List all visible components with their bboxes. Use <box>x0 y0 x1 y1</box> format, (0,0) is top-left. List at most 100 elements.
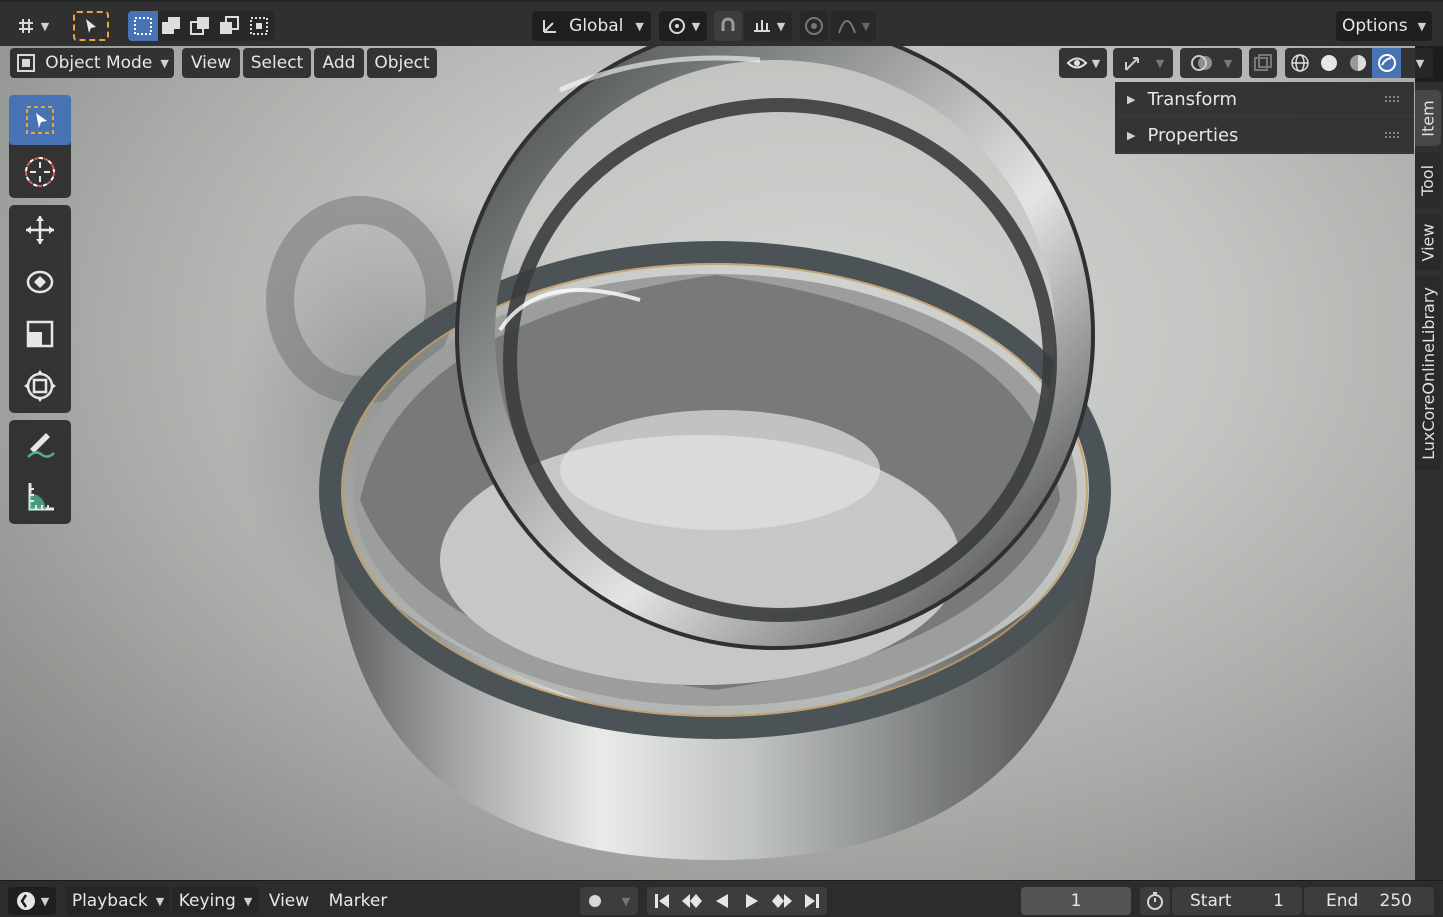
material-sphere-icon <box>1349 55 1366 71</box>
chevron-down-icon: ▼ <box>861 19 871 33</box>
tab-item-label: Item <box>1418 99 1438 137</box>
start-frame-field[interactable]: Start 1 <box>1172 887 1302 915</box>
proportional-falloff-dropdown[interactable]: ▼ <box>830 11 876 41</box>
play-reverse-button[interactable] <box>707 887 737 915</box>
object-mode-dropdown[interactable]: Object Mode ▼ <box>10 48 174 78</box>
cursor-arrow-icon <box>86 19 96 33</box>
expand-triangle-icon: ▶ <box>1127 128 1136 142</box>
tool-rotate[interactable] <box>9 257 71 307</box>
menu-object[interactable]: Object <box>367 48 437 78</box>
tool-annotate[interactable] <box>9 420 71 470</box>
tool-move[interactable] <box>9 205 71 255</box>
menu-marker-label: Marker <box>328 891 388 911</box>
overlays-toggle[interactable]: ▼ <box>1180 48 1242 78</box>
next-keyframe-icon <box>772 894 792 908</box>
record-dot-icon <box>589 895 601 907</box>
menu-add-label: Add <box>322 53 356 73</box>
eye-icon <box>1066 57 1088 69</box>
tool-scale[interactable] <box>9 309 71 359</box>
select-extend-button[interactable] <box>157 11 186 41</box>
menu-add[interactable]: Add <box>314 48 364 78</box>
shading-mode-group: ▼ <box>1285 48 1433 78</box>
drag-grip-icon[interactable] <box>1384 95 1400 103</box>
falloff-curve-icon <box>837 20 856 34</box>
proportional-editing-toggle[interactable] <box>800 11 828 41</box>
menu-timeline-view-label: View <box>268 891 310 911</box>
menu-select-label: Select <box>250 53 304 73</box>
menu-select[interactable]: Select <box>243 48 311 78</box>
tab-luxcore-online-library[interactable]: LuxCoreOnlineLibrary <box>1415 276 1441 470</box>
xray-toggle[interactable] <box>1249 48 1277 78</box>
panel-properties[interactable]: ▶ Properties <box>1115 118 1414 153</box>
current-frame-value: 1 <box>1070 891 1082 911</box>
tool-transform[interactable] <box>9 361 71 411</box>
proportional-edit-icon <box>805 17 823 35</box>
orientation-label: Global <box>569 16 624 36</box>
pivot-point-dropdown[interactable]: ▼ <box>659 11 707 41</box>
select-invert-button[interactable] <box>215 11 244 41</box>
shading-solid-button[interactable] <box>1314 48 1343 78</box>
end-frame-field[interactable]: End 250 <box>1304 887 1434 915</box>
chevron-down-icon: ▼ <box>160 56 169 70</box>
auto-keying-toggle[interactable] <box>580 887 610 915</box>
preview-range-toggle[interactable] <box>1140 887 1170 915</box>
tab-item[interactable]: Item <box>1415 90 1441 146</box>
tab-tool[interactable]: Tool <box>1415 152 1441 208</box>
shading-wireframe-button[interactable] <box>1285 48 1314 78</box>
options-dropdown[interactable]: Options ▼ <box>1336 11 1432 41</box>
menu-keying[interactable]: Keying ▼ <box>172 887 259 915</box>
next-keyframe-button[interactable] <box>767 887 797 915</box>
menu-playback[interactable]: Playback ▼ <box>66 887 170 915</box>
play-button[interactable] <box>737 887 767 915</box>
play-reverse-icon <box>716 894 728 908</box>
transform-orientation-dropdown[interactable]: Global ▼ <box>532 11 651 41</box>
select-tool-active-button[interactable] <box>73 11 109 41</box>
drag-grip-icon[interactable] <box>1384 131 1400 139</box>
snap-toggle-button[interactable] <box>714 11 742 41</box>
prev-keyframe-button[interactable] <box>677 887 707 915</box>
toolbar-annotate-group <box>9 420 71 524</box>
menu-timeline-view[interactable]: View <box>262 887 316 915</box>
toolbar-select-group <box>9 95 71 198</box>
jump-end-button[interactable] <box>797 887 827 915</box>
current-frame-field[interactable]: 1 <box>1021 887 1131 915</box>
xray-icon <box>1254 54 1272 71</box>
select-intersect-icon <box>250 17 268 35</box>
scale-icon <box>26 320 54 348</box>
jump-start-button[interactable] <box>647 887 677 915</box>
jump-end-icon <box>805 894 819 908</box>
panel-transform[interactable]: ▶ Transform <box>1115 82 1414 117</box>
menu-keying-label: Keying <box>178 891 236 911</box>
shading-material-button[interactable] <box>1343 48 1372 78</box>
select-subtract-button[interactable] <box>186 11 215 41</box>
visibility-dropdown[interactable]: ▼ <box>1059 48 1107 78</box>
select-intersect-button[interactable] <box>244 11 274 41</box>
menu-marker[interactable]: Marker <box>322 887 394 915</box>
gizmo-icon <box>1124 57 1139 71</box>
play-icon <box>746 894 758 908</box>
orientation-axes-icon <box>543 20 557 33</box>
snap-target-dropdown[interactable]: ▼ <box>744 11 792 41</box>
tool-select-box[interactable] <box>9 95 71 145</box>
gizmo-toggle[interactable]: ▼ <box>1113 48 1173 78</box>
shading-options-dropdown[interactable]: ▼ <box>1403 48 1433 78</box>
rotate-icon <box>26 270 54 294</box>
timeline-editor-type-button[interactable]: ▼ <box>8 887 56 915</box>
solid-sphere-icon <box>1320 55 1337 71</box>
menu-view[interactable]: View <box>182 48 240 78</box>
menu-view-label: View <box>190 53 232 73</box>
measure-ruler-icon <box>28 483 54 511</box>
chevron-down-icon: ▼ <box>1417 19 1427 33</box>
mode-label: Object Mode <box>45 53 153 73</box>
shading-rendered-button[interactable] <box>1372 48 1401 78</box>
clock-editor-icon <box>16 892 35 910</box>
editor-type-button[interactable]: ▼ <box>8 11 56 41</box>
move-arrows-icon <box>26 216 54 244</box>
selection-mode-group <box>128 11 274 41</box>
object-mode-icon <box>17 54 36 72</box>
auto-keying-dropdown[interactable]: ▼ <box>610 887 638 915</box>
tab-view[interactable]: View <box>1415 214 1441 270</box>
tool-cursor[interactable] <box>9 147 71 197</box>
tool-measure[interactable] <box>9 472 71 522</box>
select-new-button[interactable] <box>128 11 158 41</box>
